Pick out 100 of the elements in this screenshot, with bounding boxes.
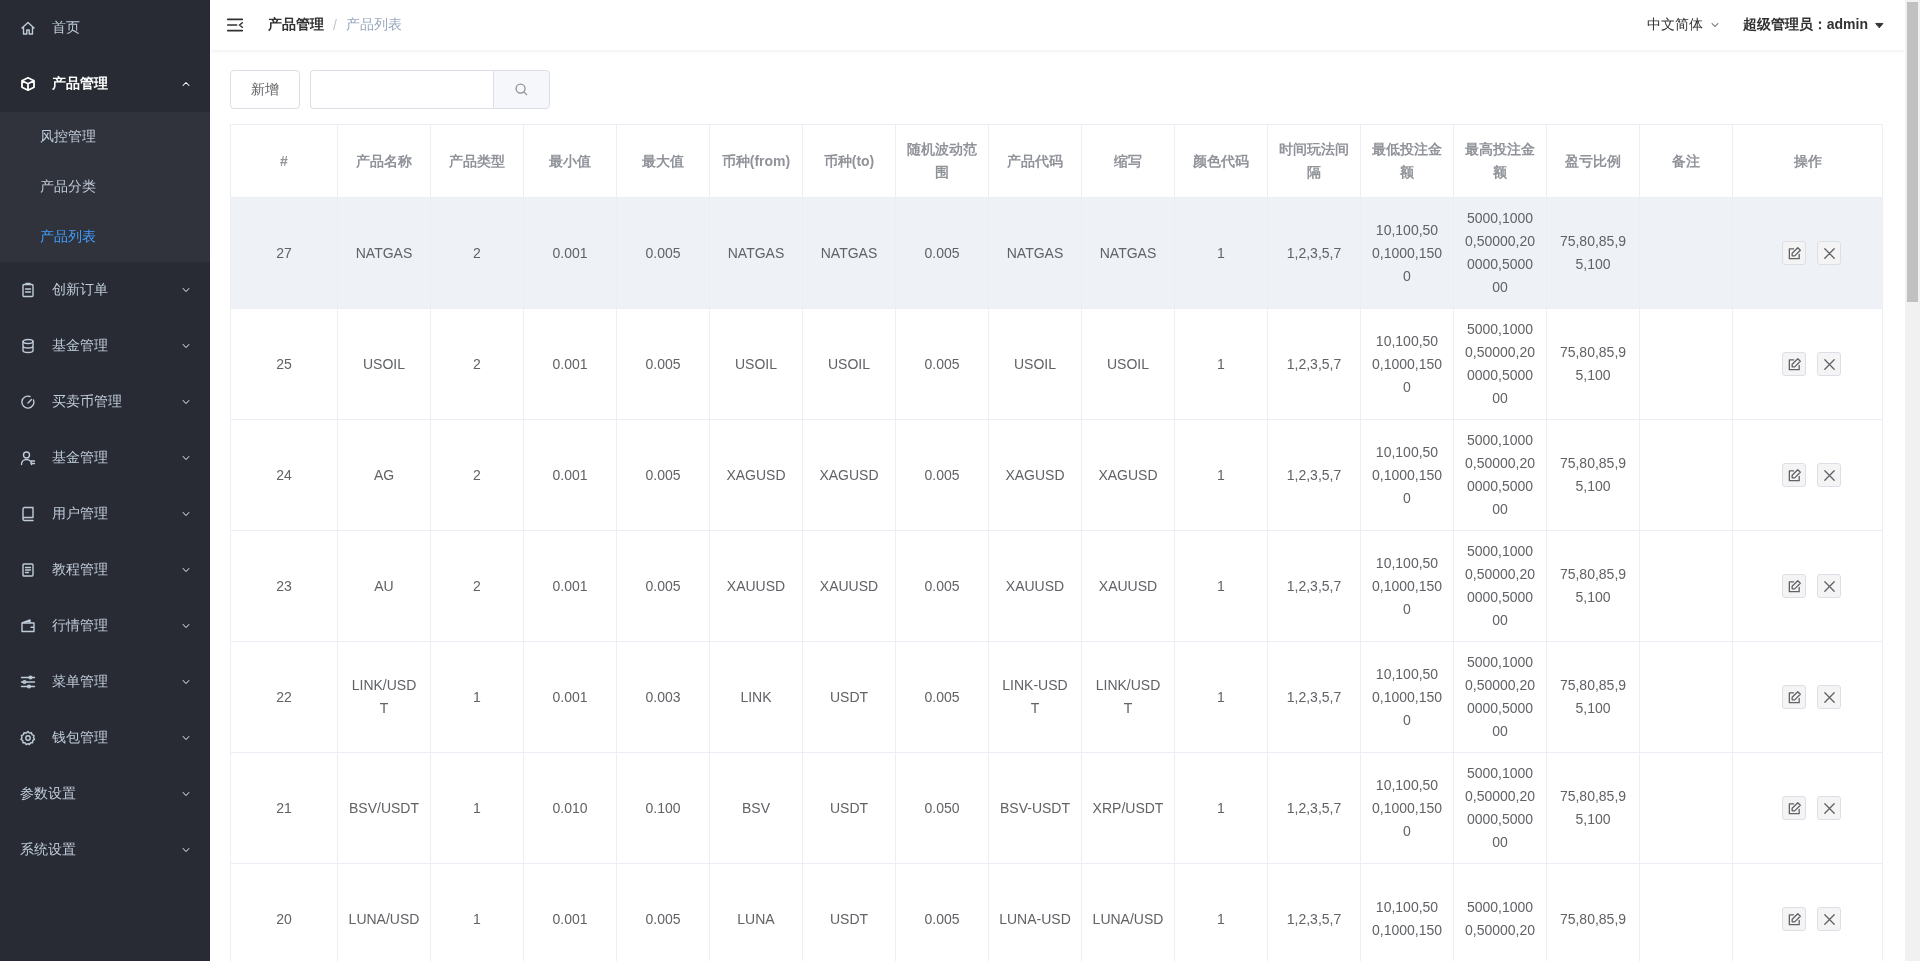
table-cell: 0.001 (523, 197, 617, 309)
edit-button[interactable] (1782, 685, 1806, 709)
column-header: 盈亏比例 (1546, 124, 1640, 198)
column-header: 最小值 (523, 124, 617, 198)
table-cell: BSV-USDT (988, 752, 1082, 864)
cube-icon (20, 76, 36, 92)
table-cell: AG (337, 419, 431, 531)
column-header: 颜色代码 (1174, 124, 1268, 198)
table-cell: 1,2,3,5,7 (1267, 308, 1361, 420)
edit-button[interactable] (1782, 241, 1806, 265)
column-header: 最大值 (616, 124, 710, 198)
scrollbar[interactable] (1905, 0, 1920, 961)
menu-fold-icon (226, 16, 244, 34)
table-cell: 1 (1174, 641, 1268, 753)
edit-button[interactable] (1782, 352, 1806, 376)
edit-button[interactable] (1782, 907, 1806, 931)
table-cell: 75,80,85,95,100 (1546, 308, 1640, 420)
table-cell: 0.005 (616, 530, 710, 642)
submenu-item[interactable]: 风控管理 (0, 112, 210, 162)
table-cell: NATGAS (802, 197, 896, 309)
menu-item[interactable]: 钱包管理 (0, 710, 210, 766)
menu-item[interactable]: 基金管理 (0, 430, 210, 486)
column-header: # (230, 124, 338, 198)
wallet-icon (20, 618, 36, 634)
column-header: 产品名称 (337, 124, 431, 198)
edit-button[interactable] (1782, 574, 1806, 598)
table-cell: USOIL (337, 308, 431, 420)
delete-button[interactable] (1817, 574, 1841, 598)
table-cell: NATGAS (988, 197, 1082, 309)
database-icon (20, 338, 36, 354)
column-header: 产品类型 (430, 124, 524, 198)
settings-icon (20, 730, 36, 746)
table-cell: AU (337, 530, 431, 642)
menu-item[interactable]: 菜单管理 (0, 654, 210, 710)
delete-button[interactable] (1817, 685, 1841, 709)
menu-item[interactable]: 行情管理 (0, 598, 210, 654)
user-dropdown[interactable]: 超级管理员：admin (1742, 16, 1885, 34)
table-cell: 1 (430, 641, 524, 753)
table-cell: 20 (230, 863, 338, 961)
menu-item[interactable]: 用户管理 (0, 486, 210, 542)
table-cell: 0.001 (523, 308, 617, 420)
table-cell: USDT (802, 641, 896, 753)
menu-item[interactable]: 买卖币管理 (0, 374, 210, 430)
table-cell: 27 (230, 197, 338, 309)
table-cell: 2 (430, 308, 524, 420)
edit-icon (1786, 689, 1802, 705)
breadcrumb-link[interactable]: 产品管理 (268, 16, 324, 34)
table-cell: 5000,10000,50000,200000,500000 (1453, 197, 1547, 309)
table-cell: NATGAS (337, 197, 431, 309)
table-cell: 2 (430, 197, 524, 309)
gauge-icon (20, 394, 36, 410)
delete-button[interactable] (1817, 796, 1841, 820)
column-header: 最高投注金额 (1453, 124, 1547, 198)
menu-item[interactable]: 首页 (0, 0, 210, 56)
breadcrumb-separator: / (333, 17, 337, 33)
column-header: 币种(from) (709, 124, 803, 198)
search-field[interactable] (310, 70, 493, 109)
add-button[interactable]: 新增 (230, 70, 300, 109)
edit-button[interactable] (1782, 463, 1806, 487)
table-cell: 0.010 (523, 752, 617, 864)
menu-item[interactable]: 产品管理 (0, 56, 210, 112)
edit-button[interactable] (1782, 796, 1806, 820)
table-cell: 75,80,85,95,100 (1546, 197, 1640, 309)
menu-item[interactable]: 基金管理 (0, 318, 210, 374)
menu-item[interactable]: 参数设置 (0, 766, 210, 822)
table-cell: 0.005 (895, 308, 989, 420)
scrollbar-thumb[interactable] (1907, 2, 1918, 302)
language-dropdown[interactable]: 中文简体 (1646, 16, 1721, 34)
menu-item[interactable]: 系统设置 (0, 822, 210, 878)
table-cell: 10,100,500,1000,1500 (1360, 197, 1454, 309)
submenu-item[interactable]: 产品分类 (0, 162, 210, 212)
table-cell: LINK/USDT (1081, 641, 1175, 753)
table-cell: XAUUSD (1081, 530, 1175, 642)
table-cell: XAGUSD (802, 419, 896, 531)
table-cell: 25 (230, 308, 338, 420)
menu-item[interactable]: 教程管理 (0, 542, 210, 598)
sliders-icon (20, 674, 36, 690)
table-cell: 23 (230, 530, 338, 642)
table-cell: 1,2,3,5,7 (1267, 530, 1361, 642)
table-cell: 0.005 (895, 197, 989, 309)
table-cell: 0.005 (616, 197, 710, 309)
delete-button[interactable] (1817, 463, 1841, 487)
close-icon (1821, 800, 1837, 816)
edit-icon (1786, 356, 1802, 372)
book-icon (20, 506, 36, 522)
table-cell: 22 (230, 641, 338, 753)
table-cell: 0.001 (523, 530, 617, 642)
table-cell: 0.003 (616, 641, 710, 753)
search-icon (514, 82, 529, 97)
clipboard-icon (20, 282, 36, 298)
delete-button[interactable] (1817, 907, 1841, 931)
table-cell: USOIL (709, 308, 803, 420)
table-cell: 1,2,3,5,7 (1267, 641, 1361, 753)
table-cell: USOIL (1081, 308, 1175, 420)
submenu-item[interactable]: 产品列表 (0, 212, 210, 262)
delete-button[interactable] (1817, 352, 1841, 376)
column-header: 产品代码 (988, 124, 1082, 198)
delete-button[interactable] (1817, 241, 1841, 265)
table-cell: 21 (230, 752, 338, 864)
menu-item[interactable]: 创新订单 (0, 262, 210, 318)
